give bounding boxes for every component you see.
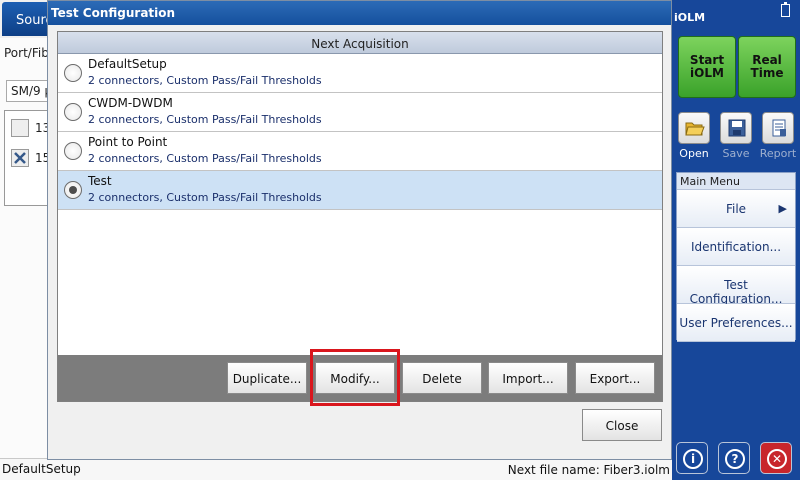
- menu-item-label: User Preferences...: [679, 316, 793, 330]
- duplicate-button[interactable]: Duplicate...: [227, 362, 307, 394]
- report-button[interactable]: [762, 112, 794, 144]
- app-title: iOLM: [674, 11, 706, 24]
- item-name: CWDM-DWDM: [88, 96, 173, 110]
- real-line-2: Time: [750, 66, 784, 80]
- menu-item-test-configuration[interactable]: Test Configuration...: [677, 266, 795, 306]
- save-icon: [728, 119, 746, 137]
- status-bar: DefaultSetup Next file name: Fiber3.iolm: [0, 458, 672, 480]
- wavelength-checkbox-2[interactable]: [11, 149, 29, 167]
- report-label: Report: [759, 147, 797, 160]
- radio-button[interactable]: [64, 103, 82, 121]
- list-item[interactable]: Point to Point 2 connectors, Custom Pass…: [58, 132, 662, 171]
- battery-icon: [781, 2, 790, 17]
- menu-item-user-preferences[interactable]: User Preferences...: [677, 304, 795, 342]
- menu-item-label: File: [725, 202, 747, 216]
- dialog-title: Test Configuration: [48, 1, 671, 25]
- configuration-list: Next Acquisition DefaultSetup 2 connecto…: [57, 31, 663, 402]
- main-menu: Main Menu File ▶ Identification... Test …: [676, 172, 796, 342]
- status-config-name: DefaultSetup: [2, 462, 81, 476]
- right-panel: iOLM Start iOLM Real Time Open Save Repo…: [672, 0, 800, 480]
- save-label: Save: [722, 147, 750, 160]
- info-button[interactable]: i: [676, 442, 708, 474]
- menu-item-label: Identification...: [690, 240, 782, 254]
- item-name: Point to Point: [88, 135, 168, 149]
- radio-button[interactable]: [64, 64, 82, 82]
- menu-item-file[interactable]: File ▶: [677, 190, 795, 228]
- item-name: DefaultSetup: [88, 57, 167, 71]
- wavelength-checkbox-1[interactable]: [11, 119, 29, 137]
- open-label: Open: [679, 147, 709, 160]
- open-button[interactable]: [678, 112, 710, 144]
- help-button[interactable]: ?: [718, 442, 750, 474]
- main-menu-title: Main Menu: [677, 173, 795, 190]
- folder-open-icon: [685, 122, 705, 136]
- export-button[interactable]: Export...: [575, 362, 655, 394]
- exit-button[interactable]: ✕: [760, 442, 792, 474]
- item-description: 2 connectors, Custom Pass/Fail Threshold…: [88, 74, 322, 87]
- exit-icon: ✕: [767, 449, 787, 469]
- item-description: 2 connectors, Custom Pass/Fail Threshold…: [88, 191, 322, 204]
- radio-button[interactable]: [64, 142, 82, 160]
- info-icon: i: [683, 449, 703, 469]
- item-description: 2 connectors, Custom Pass/Fail Threshold…: [88, 113, 322, 126]
- close-button[interactable]: Close: [582, 409, 662, 441]
- save-button[interactable]: [720, 112, 752, 144]
- start-iolm-button[interactable]: Start iOLM: [678, 36, 736, 98]
- item-name: Test: [88, 174, 112, 188]
- menu-item-identification[interactable]: Identification...: [677, 228, 795, 266]
- status-next-file: Next file name: Fiber3.iolm: [507, 463, 670, 477]
- help-icon: ?: [725, 449, 745, 469]
- list-item[interactable]: Test 2 connectors, Custom Pass/Fail Thre…: [58, 171, 662, 210]
- highlight-box: [310, 349, 400, 406]
- list-header: Next Acquisition: [58, 32, 662, 54]
- port-fiber-label: Port/Fib: [4, 46, 49, 60]
- report-icon: [772, 119, 786, 137]
- real-time-button[interactable]: Real Time: [738, 36, 796, 98]
- submenu-arrow-icon: ▶: [778, 202, 787, 215]
- import-button[interactable]: Import...: [488, 362, 568, 394]
- start-line-2: iOLM: [690, 66, 724, 80]
- check-x-icon: [14, 152, 26, 164]
- radio-button[interactable]: [64, 181, 82, 199]
- menu-item-label: Test Configuration...: [689, 278, 783, 306]
- list-item[interactable]: DefaultSetup 2 connectors, Custom Pass/F…: [58, 54, 662, 93]
- item-description: 2 connectors, Custom Pass/Fail Threshold…: [88, 152, 322, 165]
- list-item[interactable]: CWDM-DWDM 2 connectors, Custom Pass/Fail…: [58, 93, 662, 132]
- delete-button[interactable]: Delete: [402, 362, 482, 394]
